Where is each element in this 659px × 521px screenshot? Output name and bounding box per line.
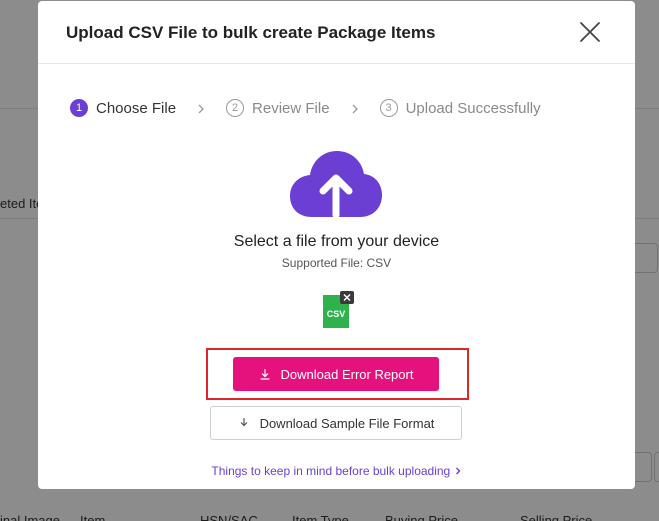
cloud-upload-icon[interactable] — [290, 151, 382, 219]
download-icon — [238, 417, 250, 429]
step-label: Upload Successfully — [405, 99, 541, 117]
step-label: Review File — [252, 99, 330, 117]
supported-file-text: Supported File: CSV — [281, 256, 392, 270]
chevron-right-icon — [454, 464, 462, 478]
modal-title: Upload CSV File to bulk create Package I… — [66, 23, 436, 42]
step-label: Choose File — [96, 99, 177, 117]
bulk-upload-tips-label: Things to keep in mind before bulk uploa… — [211, 464, 451, 478]
csv-file-label: CSV — [327, 309, 346, 319]
modal-header: Upload CSV File to bulk create Package I… — [38, 1, 635, 64]
download-icon — [259, 368, 271, 380]
step-number: 2 — [226, 99, 245, 117]
upload-csv-modal: Upload CSV File to bulk create Package I… — [38, 1, 635, 489]
select-file-heading: Select a file from your device — [233, 233, 440, 250]
step-number: 1 — [70, 99, 88, 117]
step-upload-successfully: 3 Upload Successfully — [379, 99, 541, 117]
chevron-right-icon — [195, 102, 207, 114]
download-error-report-label: Download Error Report — [280, 366, 414, 382]
csv-file-icon: CSV — [323, 291, 355, 331]
download-sample-file-button[interactable]: Download Sample File Format — [210, 406, 462, 440]
stepper: 1 Choose File 2 Review File 3 Upload Suc… — [70, 97, 541, 119]
chevron-right-icon — [349, 102, 361, 114]
bulk-upload-tips-link[interactable]: Things to keep in mind before bulk uploa… — [38, 464, 635, 478]
step-number: 3 — [379, 99, 398, 117]
download-sample-file-label: Download Sample File Format — [259, 415, 435, 431]
download-error-report-button[interactable]: Download Error Report — [233, 357, 439, 391]
step-choose-file: 1 Choose File — [70, 99, 176, 117]
step-review-file: 2 Review File — [226, 99, 330, 117]
close-icon[interactable] — [579, 21, 601, 43]
